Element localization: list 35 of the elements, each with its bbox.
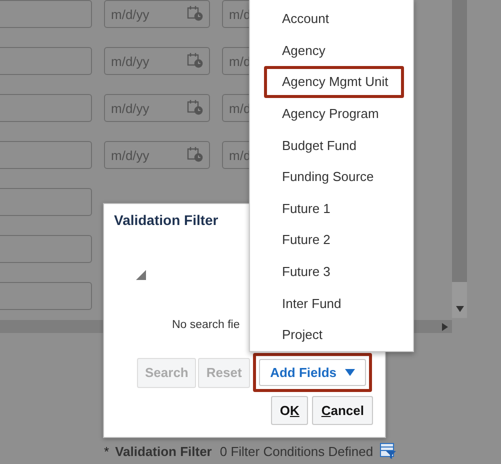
menu-item[interactable]: Agency — [264, 34, 404, 66]
dialog-title: Validation Filter — [114, 212, 218, 228]
menu-item[interactable]: Inter Fund — [264, 287, 404, 319]
scroll-down-icon[interactable] — [456, 306, 464, 312]
text-field[interactable] — [0, 188, 92, 216]
calendar-icon[interactable] — [187, 5, 203, 21]
field-label: Validation Filter — [115, 444, 212, 458]
scroll-right-icon[interactable] — [442, 322, 448, 330]
menu-item[interactable]: Future 3 — [264, 256, 404, 288]
dialog-button[interactable]: OK — [270, 396, 308, 425]
add-fields-button[interactable]: Add Fields — [258, 359, 366, 386]
menu-item[interactable]: Future 1 — [264, 192, 404, 224]
menu-item[interactable]: Agency Mgmt Unit — [264, 66, 404, 98]
calendar-icon[interactable] — [187, 99, 203, 115]
text-field[interactable] — [0, 282, 92, 310]
text-field[interactable] — [0, 94, 92, 122]
empty-message: No search fie — [172, 319, 240, 331]
field-value: 0 Filter Conditions Defined — [220, 444, 374, 458]
expand-triangle-icon[interactable] — [136, 270, 146, 280]
dialog-button[interactable]: Cancel — [312, 396, 373, 425]
caret-icon — [344, 369, 355, 376]
text-field[interactable] — [0, 0, 92, 28]
menu-item[interactable]: Budget Fund — [264, 129, 404, 161]
menu-item[interactable]: Project — [264, 318, 404, 351]
calendar-icon[interactable] — [187, 146, 203, 162]
text-field[interactable] — [0, 47, 92, 75]
filter-icon[interactable] — [380, 443, 396, 459]
required-marker: * — [104, 444, 110, 458]
menu-item[interactable]: Account — [264, 3, 404, 35]
text-field[interactable] — [0, 141, 92, 169]
menu-item[interactable]: Agency Program — [264, 98, 404, 130]
menu-item[interactable]: Future 2 — [264, 224, 404, 256]
menu-item[interactable]: Funding Source — [264, 160, 404, 193]
text-field[interactable] — [0, 235, 92, 263]
calendar-icon[interactable] — [187, 52, 203, 68]
